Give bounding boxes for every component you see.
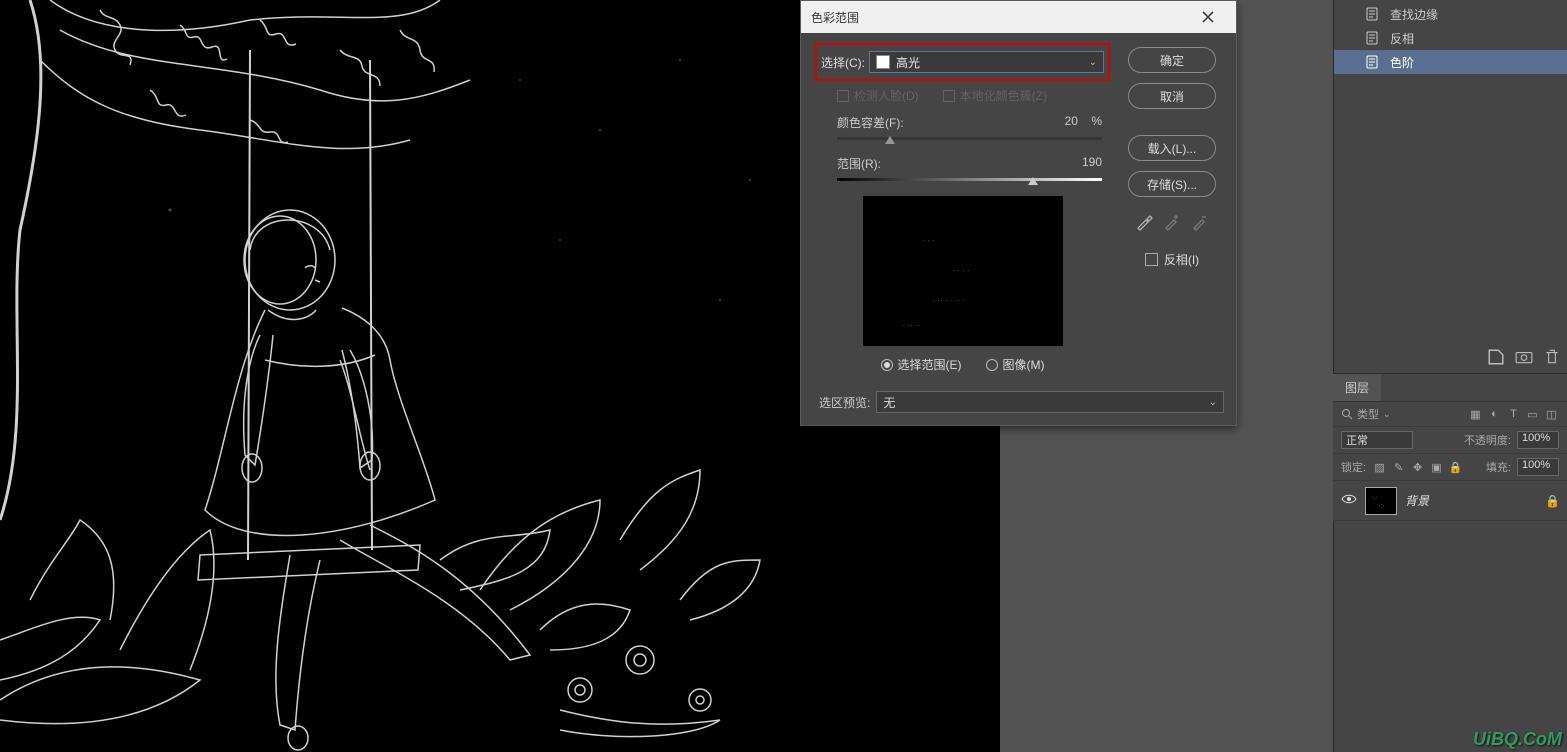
dialog-title: 色彩范围 — [811, 9, 1188, 26]
history-item-label: 查找边缘 — [1390, 6, 1438, 23]
chevron-down-icon: ⌄ — [1089, 57, 1097, 68]
layer-thumbnail: ·.· ·:· — [1365, 487, 1397, 515]
fuzziness-label: 颜色容差(F): — [837, 114, 904, 131]
save-button[interactable]: 存储(S)... — [1128, 171, 1216, 197]
history-item-invert[interactable]: 反相 — [1334, 26, 1567, 50]
chevron-down-icon: ⌄ — [1209, 397, 1217, 408]
range-value[interactable]: 190 — [1048, 155, 1102, 172]
localized-checkbox: 本地化颜色簇(Z) — [943, 87, 1047, 104]
radio-selection[interactable]: 选择范围(E) — [881, 356, 962, 373]
filter-smart-icon[interactable]: ◫ — [1544, 407, 1559, 422]
lock-paint-icon[interactable]: ✎ — [1391, 460, 1406, 475]
range-row: 范围(R): 190 — [819, 155, 1106, 186]
chevron-down-icon: ⌄ — [1383, 409, 1391, 420]
eyedropper-toolbar — [1135, 213, 1209, 231]
close-icon — [1202, 11, 1214, 23]
blend-mode-dropdown[interactable]: 正常 — [1341, 431, 1413, 449]
color-range-dialog: 色彩范围 选择(C): 高光 ⌄ 检测人脸(D) 本地化颜色簇(Z) 颜色容差(… — [800, 0, 1237, 426]
dialog-close-button[interactable] — [1188, 1, 1228, 33]
load-button[interactable]: 载入(L)... — [1128, 135, 1216, 161]
lock-all-icon[interactable]: 🔒 — [1448, 460, 1463, 475]
range-label: 范围(R): — [837, 155, 881, 172]
filter-adjust-icon[interactable]: ◐ — [1487, 407, 1502, 422]
blend-mode-row: 正常 不透明度: 100% — [1333, 427, 1567, 454]
dialog-titlebar[interactable]: 色彩范围 — [801, 1, 1236, 33]
lock-artboard-icon[interactable]: ▣ — [1429, 460, 1444, 475]
fill-input[interactable]: 100% — [1517, 458, 1559, 476]
fuzziness-value[interactable]: 20 — [1065, 114, 1078, 128]
trash-icon[interactable] — [1543, 348, 1561, 366]
selection-preview-value: 无 — [883, 394, 895, 411]
layer-name[interactable]: 背景 — [1405, 492, 1537, 509]
selection-preview-label: 选区预览: — [819, 394, 870, 411]
eyedropper-icon[interactable] — [1135, 213, 1153, 231]
detect-options-row: 检测人脸(D) 本地化颜色簇(Z) — [819, 87, 1106, 104]
selection-preview-row: 选区预览: 无 ⌄ — [801, 391, 1236, 425]
opacity-label: 不透明度: — [1464, 432, 1511, 448]
ok-button[interactable]: 确定 — [1128, 47, 1216, 73]
snapshot-icon[interactable] — [1515, 348, 1533, 366]
fuzziness-row: 颜色容差(F): 20 % — [819, 114, 1106, 145]
layer-row-background[interactable]: ·.· ·:· 背景 🔒 — [1333, 481, 1567, 521]
select-dropdown[interactable]: 高光 ⌄ — [869, 51, 1104, 73]
eyedropper-minus-icon — [1191, 213, 1209, 231]
filter-type-dropdown[interactable]: 类型 — [1357, 406, 1379, 422]
history-toolbar — [1487, 348, 1561, 366]
fuzziness-slider[interactable] — [837, 133, 1102, 145]
layers-panel: 图层 类型 ⌄ ▦ ◐ T ▭ ◫ 正常 不透明度: 100% 锁定: ▨ ✎ … — [1333, 373, 1567, 521]
lock-label: 锁定: — [1341, 459, 1366, 475]
panel-tabs: 图层 — [1333, 374, 1567, 402]
history-item-levels[interactable]: 色阶 — [1334, 50, 1567, 74]
filter-shape-icon[interactable]: ▭ — [1525, 407, 1540, 422]
invert-checkbox[interactable]: 反相(I) — [1145, 251, 1199, 268]
eyedropper-plus-icon — [1163, 213, 1181, 231]
history-item-find-edges[interactable]: 查找边缘 — [1334, 2, 1567, 26]
fuzziness-unit: % — [1091, 114, 1102, 128]
highlight-swatch-icon — [876, 55, 890, 69]
radio-image[interactable]: 图像(M) — [986, 356, 1045, 373]
document-icon — [1364, 30, 1380, 46]
cancel-button[interactable]: 取消 — [1128, 83, 1216, 109]
filter-type-icon[interactable]: T — [1506, 407, 1521, 422]
lock-row: 锁定: ▨ ✎ ✥ ▣ 🔒 填充: 100% — [1333, 454, 1567, 481]
preview-mode-radios: 选择范围(E) 图像(M) — [819, 356, 1106, 373]
create-document-icon[interactable] — [1487, 348, 1505, 366]
lock-transparency-icon[interactable]: ▨ — [1372, 460, 1387, 475]
visibility-icon[interactable] — [1341, 491, 1357, 510]
search-icon — [1341, 408, 1353, 420]
lock-icon: 🔒 — [1545, 494, 1559, 508]
history-item-label: 反相 — [1390, 30, 1414, 47]
select-value: 高光 — [896, 54, 1083, 71]
tab-layers[interactable]: 图层 — [1333, 374, 1381, 401]
document-icon — [1364, 54, 1380, 70]
history-panel: 查找边缘 反相 色阶 — [1334, 0, 1567, 76]
range-slider[interactable] — [837, 174, 1102, 186]
select-mode-row: 选择(C): 高光 ⌄ — [815, 43, 1110, 81]
lock-move-icon[interactable]: ✥ — [1410, 460, 1425, 475]
fill-label: 填充: — [1486, 459, 1511, 475]
selection-preview-dropdown[interactable]: 无 ⌄ — [876, 391, 1224, 413]
opacity-input[interactable]: 100% — [1517, 431, 1559, 449]
detect-faces-checkbox: 检测人脸(D) — [837, 87, 919, 104]
layer-filter-row: 类型 ⌄ ▦ ◐ T ▭ ◫ — [1333, 402, 1567, 427]
history-item-label: 色阶 — [1390, 54, 1414, 71]
select-label: 选择(C): — [821, 54, 865, 71]
selection-preview: · · · · · · · · ·· · · ·· · · ·· ·· — [863, 196, 1063, 346]
document-icon — [1364, 6, 1380, 22]
filter-pixel-icon[interactable]: ▦ — [1468, 407, 1483, 422]
